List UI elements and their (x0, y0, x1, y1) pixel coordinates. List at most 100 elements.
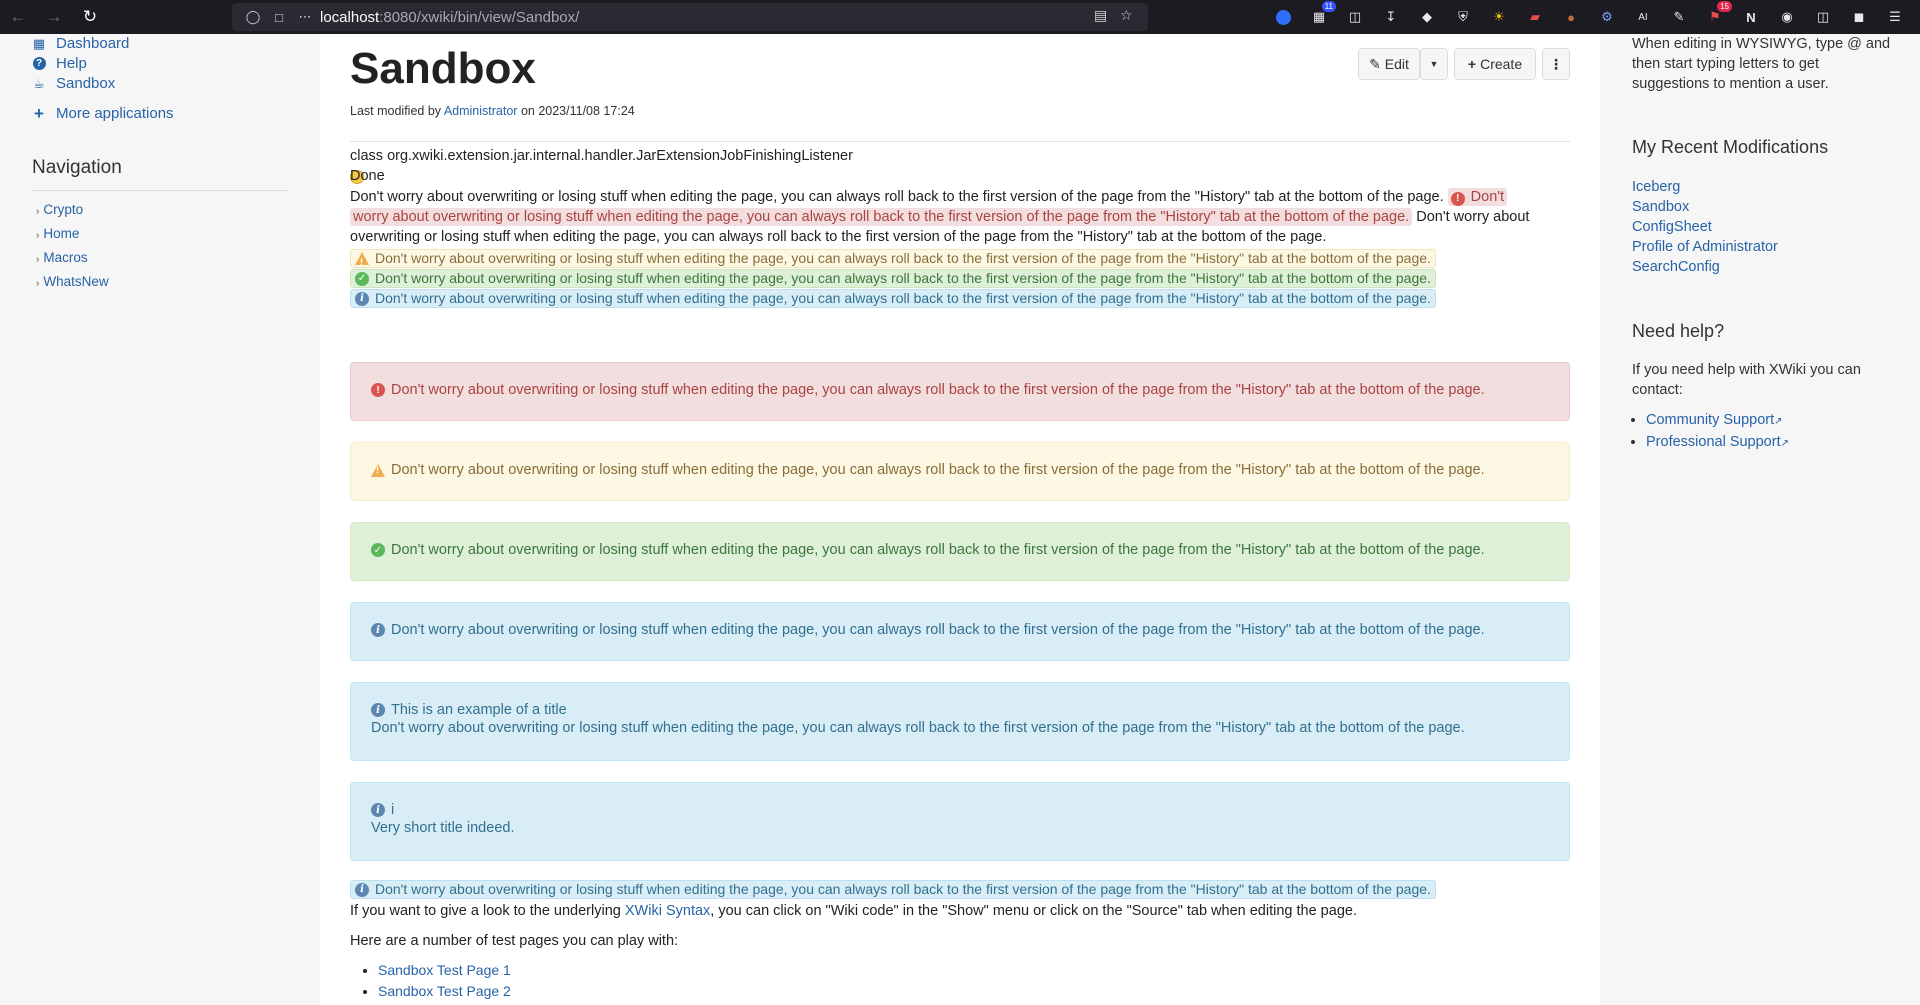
paragraph-line-1: Don't worry about overwriting or losing … (350, 187, 1508, 207)
info-box-with-title: i This is an example of a title Don't wor… (350, 682, 1570, 761)
app-item-help[interactable]: ? Help (32, 55, 87, 72)
test-pages-intro: Here are a number of test pages you can … (350, 933, 679, 949)
menu-icon[interactable]: ☰ (1882, 7, 1908, 27)
edit-dropdown-button[interactable]: ▼ (1420, 48, 1448, 80)
author-link[interactable]: Administrator (444, 104, 518, 118)
inline-warning: Don't worry about overwriting or losing … (350, 249, 1436, 272)
error-icon: ! (1450, 192, 1465, 206)
nav-item-whatsnew[interactable]: › WhatsNew (36, 274, 109, 289)
test-page-2-link[interactable]: Sandbox Test Page 2 (378, 983, 511, 999)
extension-grid-icon[interactable]: ◫ (1342, 7, 1368, 27)
info-box-text: Don't worry about overwriting or losing … (391, 622, 1485, 638)
page-metadata: Last modified by Administrator on 2023/1… (350, 104, 635, 118)
done-line: Done (350, 168, 385, 184)
check-circle-icon: ✓ (371, 543, 385, 557)
caret-down-icon: ▼ (1429, 59, 1439, 69)
extension-sun-icon[interactable]: ☀ (1486, 7, 1512, 27)
warning-box-text: Don't worry about overwriting or losing … (391, 462, 1485, 478)
list-item: Professional Support↗ (1646, 432, 1789, 454)
error-box-text: Don't worry about overwriting or losing … (391, 382, 1485, 398)
forward-icon[interactable]: → (36, 0, 72, 34)
downloads-icon[interactable]: ↧ (1378, 7, 1404, 27)
create-button[interactable]: + Create (1454, 48, 1536, 80)
recent-link-iceberg[interactable]: Iceberg (1632, 179, 1680, 195)
inline-info-2: i Don't worry about overwriting or losing… (350, 880, 1436, 899)
extensions-toolbar: ▦ 11 ◫ ↧ ◆ ⛨ ☀ ▰ ● ⚙ AI ✎ ⚑ 15 N ◉ ◫ ◼ ☰ (1270, 0, 1918, 34)
nav-item-home[interactable]: › Home (36, 226, 79, 241)
extension-mask-icon[interactable]: ◉ (1774, 7, 1800, 27)
list-item: Community Support↗ (1646, 410, 1789, 432)
reader-view-icon[interactable]: ▤ (1094, 7, 1107, 24)
chevron-right-icon[interactable]: › (36, 278, 39, 289)
test-pages-list: Sandbox Test Page 1 Sandbox Test Page 2 (360, 960, 511, 1002)
chevron-right-icon[interactable]: › (36, 206, 39, 217)
nav-item-label: Home (43, 226, 80, 241)
inline-warning-text: Don't worry about overwriting or losing … (375, 250, 1431, 266)
dashboard-icon: ▦ (32, 35, 46, 51)
inline-info: i Don't worry about overwriting or losing… (350, 289, 1436, 308)
professional-support-link[interactable]: Professional Support (1646, 434, 1781, 450)
recent-link-profile[interactable]: Profile of Administrator (1632, 239, 1778, 255)
warning-box: Don't worry about overwriting or losing … (350, 442, 1570, 501)
recent-link-searchconfig[interactable]: SearchConfig (1632, 259, 1720, 275)
nav-item-crypto[interactable]: › Crypto (36, 202, 83, 217)
inline-error-text: Don't (1470, 189, 1505, 205)
info-icon: i (355, 882, 369, 897)
shield-icon[interactable]: ◯ (242, 9, 264, 25)
extension-diamond-icon[interactable]: ◆ (1414, 7, 1440, 27)
url-bar[interactable]: ◯ □ ⋯ localhost:8080/xwiki/bin/view/Sand… (232, 3, 1148, 31)
external-link-icon: ↗ (1780, 438, 1789, 449)
extension-badge: 11 (1321, 1, 1336, 12)
info-box-title: i (391, 802, 395, 818)
extension-circle-icon[interactable] (1270, 7, 1296, 27)
extension-notion-icon[interactable]: N (1738, 7, 1764, 27)
url-path: :8080/xwiki/bin/view/Sandbox/ (379, 8, 580, 26)
more-applications-link[interactable]: + More applications (32, 104, 174, 123)
info-box-short-title: ii Very short title indeed. (350, 782, 1570, 861)
main-content: Sandbox Last modified by Administrator o… (320, 34, 1600, 1005)
help-links-list: Community Support↗ Professional Support↗ (1632, 410, 1789, 454)
error-icon: ! (371, 383, 385, 397)
more-actions-button[interactable]: ⋮ (1542, 48, 1570, 80)
recent-link-sandbox[interactable]: Sandbox (1632, 199, 1689, 215)
meta-suffix: on 2023/11/08 17:24 (520, 104, 635, 118)
info-icon: i (371, 703, 385, 717)
chevron-right-icon[interactable]: › (36, 230, 39, 241)
nav-item-macros[interactable]: › Macros (36, 250, 88, 265)
nav-item-label: Macros (43, 250, 88, 265)
external-link-icon: ↗ (1774, 416, 1783, 427)
list-item: Sandbox Test Page 1 (378, 960, 511, 981)
need-help-heading: Need help? (1632, 321, 1725, 341)
app-item-dashboard[interactable]: ▦ Dashboard (32, 35, 130, 52)
left-panel: ▦ Dashboard ? Help ☕ Sandbox + More appl… (0, 34, 320, 1005)
extension-calendar-icon[interactable]: ▦ 11 (1306, 1, 1336, 27)
syntax-prefix: If you want to give a look to the underl… (350, 903, 621, 919)
inline-success: ✓ Don't worry about overwriting or losing… (350, 269, 1436, 288)
check-circle-icon: ✓ (355, 271, 369, 286)
extension-cookie-icon[interactable]: ● (1558, 7, 1584, 27)
success-box: ✓ Don't worry about overwriting or losing… (350, 522, 1570, 581)
extension-ai-icon[interactable]: AI (1630, 7, 1656, 27)
plus-icon: + (1467, 56, 1477, 72)
back-icon[interactable]: ← (0, 0, 36, 34)
inline-error-start: ! Don't (1447, 188, 1508, 206)
extension-eraser-icon[interactable]: ▰ (1522, 7, 1548, 27)
recent-link-configsheet[interactable]: ConfigSheet (1632, 219, 1712, 235)
vertical-dots-icon: ⋮ (1549, 55, 1563, 72)
community-support-link[interactable]: Community Support (1646, 412, 1774, 428)
sandbox-icon: ☕ (33, 75, 45, 91)
reload-icon[interactable]: ↻ (72, 0, 108, 34)
site-permissions-icon[interactable]: ⋯ (294, 9, 316, 25)
bookmark-star-icon[interactable]: ☆ (1120, 7, 1133, 24)
xwiki-syntax-link[interactable]: XWiki Syntax (625, 903, 710, 919)
sidebar-icon[interactable]: ◫ (1810, 7, 1836, 27)
chevron-right-icon[interactable]: › (36, 254, 39, 265)
extension-pen-icon[interactable]: ✎ (1666, 7, 1692, 27)
extensions-puzzle-icon[interactable]: ◼ (1846, 7, 1872, 27)
extension-flag-icon[interactable]: ⚑ 15 (1702, 1, 1732, 27)
extension-gear-icon[interactable]: ⚙ (1594, 7, 1620, 27)
test-page-1-link[interactable]: Sandbox Test Page 1 (378, 962, 511, 978)
extension-shield-icon[interactable]: ⛨ (1450, 7, 1476, 27)
app-item-sandbox[interactable]: ☕ Sandbox (32, 75, 115, 92)
edit-button[interactable]: ✎ Edit (1358, 48, 1420, 80)
